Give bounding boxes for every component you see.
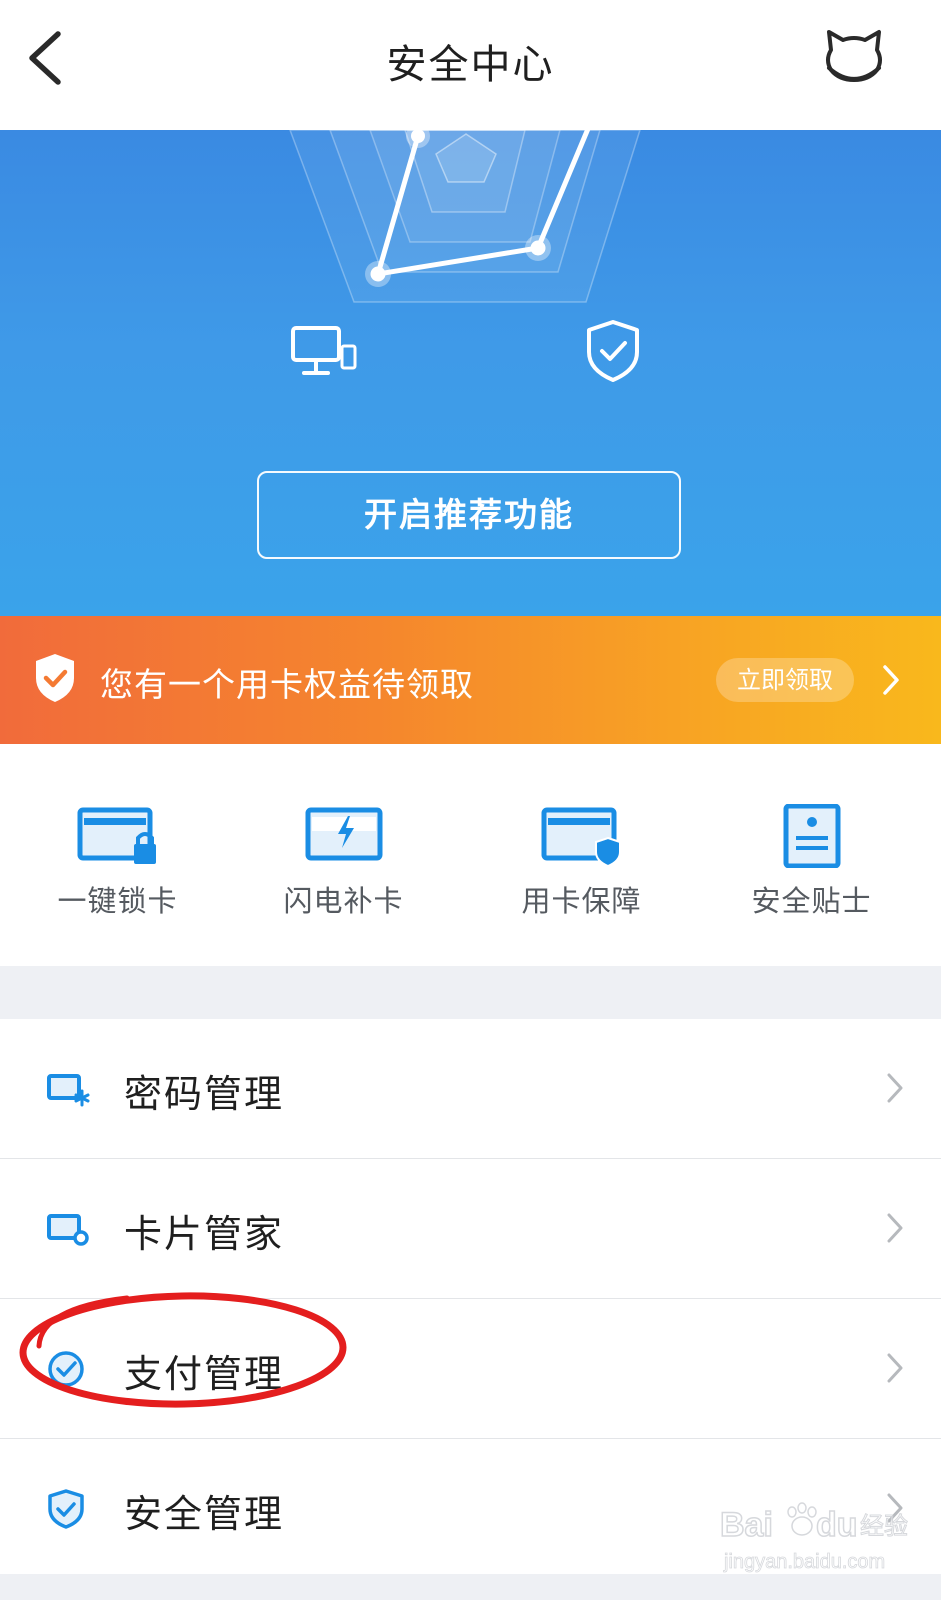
menu-item-label: 密码管理 (124, 1072, 285, 1116)
chevron-right-icon (887, 1073, 903, 1103)
shield-check-icon (587, 320, 639, 382)
monitor-phone-icon (291, 326, 357, 375)
check-circle-icon (48, 1351, 84, 1387)
shield-check-icon (36, 654, 74, 702)
card-lock-icon (77, 807, 156, 864)
promo-text: 您有一个用卡权益待领取 (100, 665, 474, 704)
bottom-spacer (0, 1574, 941, 1600)
cat-mascot-icon[interactable] (823, 28, 885, 88)
nav-bar: 安全中心 (0, 0, 941, 130)
page-title: 安全中心 (386, 42, 555, 88)
menu-item-password-management[interactable]: 密码管理 (0, 1019, 941, 1159)
menu-item-payment-management[interactable]: 支付管理 (0, 1299, 941, 1439)
benefit-promo-banner[interactable]: 您有一个用卡权益待领取 立即领取 (0, 616, 941, 744)
card-asterisk-icon (47, 1074, 90, 1107)
chevron-right-icon (887, 1493, 903, 1523)
menu-item-label: 卡片管家 (124, 1212, 285, 1256)
menu-item-label: 安全管理 (124, 1492, 285, 1536)
quick-action-security-tips[interactable]: 安全贴士 (694, 804, 929, 924)
menu-item-security-management[interactable]: 安全管理 (0, 1439, 941, 1575)
menu-item-label: 支付管理 (124, 1352, 285, 1396)
security-hero: 开启推荐功能 (0, 130, 941, 616)
menu-item-card-manager[interactable]: 卡片管家 (0, 1159, 941, 1299)
quick-action-label: 一键锁卡 (57, 884, 178, 918)
quick-action-label: 安全贴士 (751, 884, 872, 918)
card-shield-icon (541, 807, 621, 868)
quick-action-replace-card[interactable]: 闪电补卡 (226, 804, 461, 924)
tips-document-icon (783, 804, 840, 868)
card-lightning-icon (305, 807, 382, 861)
settings-list: 密码管理 卡片管家 支付管理 安全管理 (0, 1019, 941, 1575)
quick-actions: 一键锁卡 闪电补卡 用卡保障 安全贴士 (0, 744, 941, 966)
card-gear-icon (47, 1214, 89, 1246)
quick-action-label: 用卡保障 (521, 884, 642, 918)
quick-action-label: 闪电补卡 (283, 884, 404, 918)
claim-now-button[interactable]: 立即领取 (716, 658, 854, 702)
shield-check-icon (48, 1489, 84, 1529)
chevron-right-icon (883, 665, 899, 695)
quick-action-card-protection[interactable]: 用卡保障 (464, 804, 699, 924)
chevron-right-icon (887, 1353, 903, 1383)
quick-action-lock-card[interactable]: 一键锁卡 (0, 804, 235, 924)
enable-recommended-button[interactable]: 开启推荐功能 (257, 471, 681, 559)
chevron-right-icon (887, 1213, 903, 1243)
